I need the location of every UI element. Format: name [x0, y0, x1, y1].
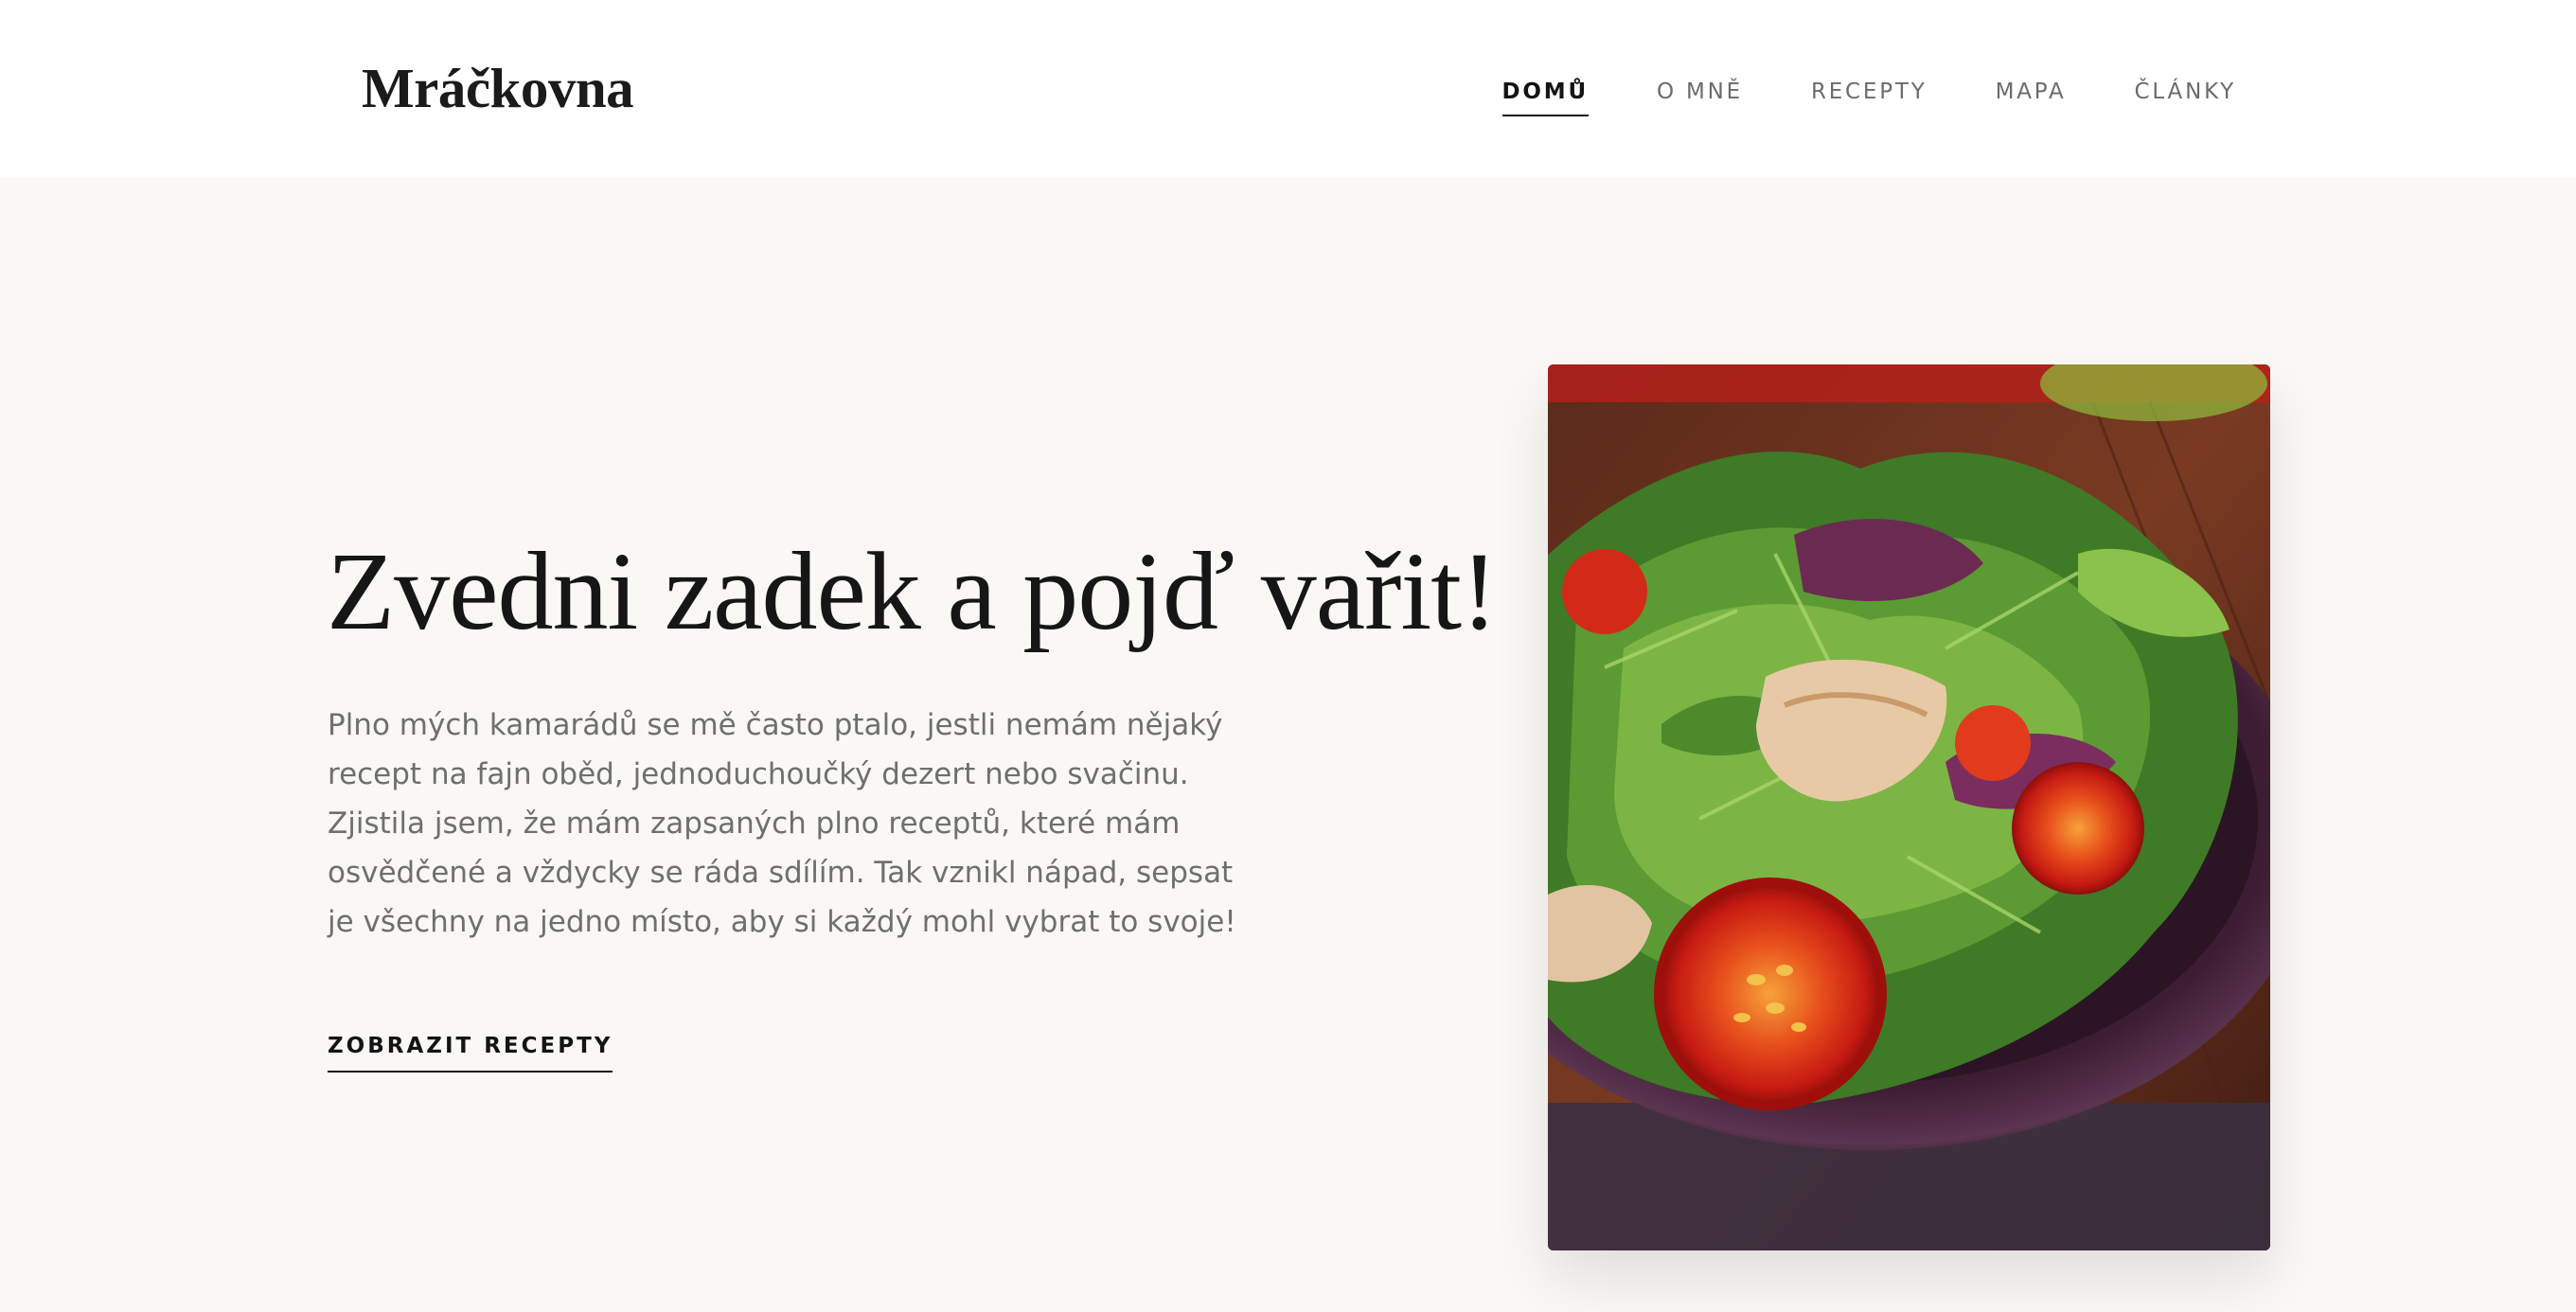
show-recipes-link[interactable]: ZOBRAZIT RECEPTY: [328, 1036, 613, 1073]
nav-item-mapa[interactable]: MAPA: [1996, 81, 2067, 116]
nav-item-domu[interactable]: DOMŮ: [1501, 81, 1589, 116]
salad-illustration: [1548, 364, 2270, 1250]
nav-item-o-mne[interactable]: O MNĚ: [1657, 81, 1743, 116]
nav-item-recepty[interactable]: RECEPTY: [1811, 81, 1928, 116]
main-nav: DOMŮ O MNĚ RECEPTY MAPA ČLÁNKY: [1501, 81, 2236, 116]
hero-description: Plno mých kamarádů se mě často ptalo, je…: [328, 708, 1236, 939]
nav-item-clanky[interactable]: ČLÁNKY: [2135, 81, 2236, 116]
hero-title: Zvedni zadek a pojď vařit!: [327, 529, 1498, 653]
site-header: Mráčkovna DOMŮ O MNĚ RECEPTY MAPA ČLÁNKY: [0, 0, 2576, 178]
site-logo[interactable]: Mráčkovna: [362, 55, 634, 122]
salad-photo: [1548, 364, 2270, 1250]
